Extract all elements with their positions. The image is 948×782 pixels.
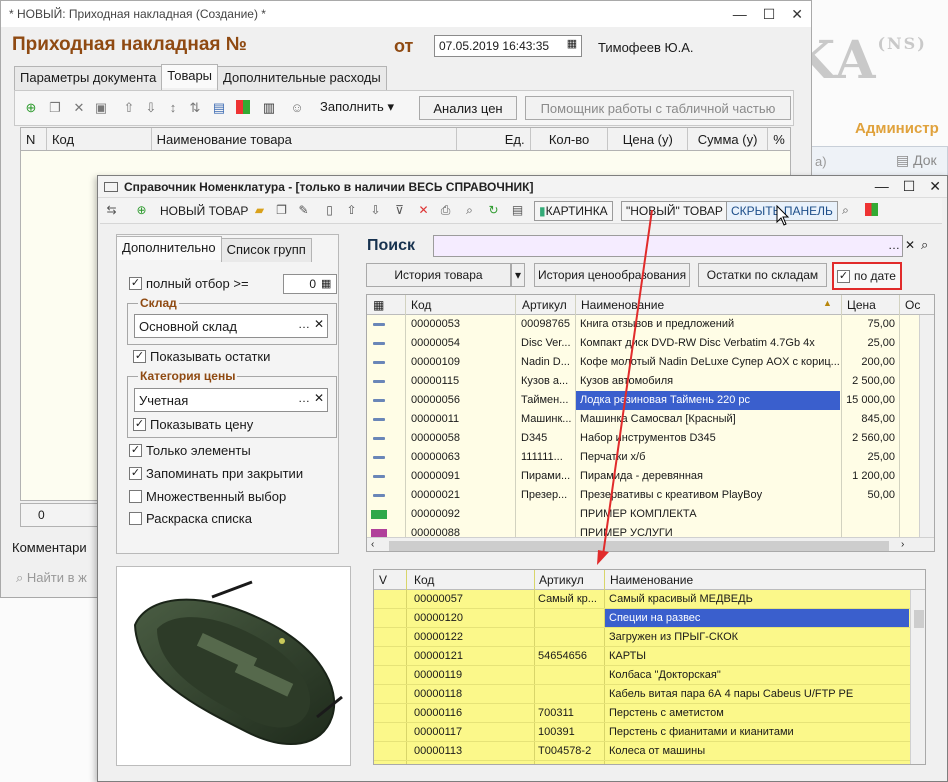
cursor-icon — [776, 205, 790, 226]
annotation-arrow — [597, 209, 653, 565]
